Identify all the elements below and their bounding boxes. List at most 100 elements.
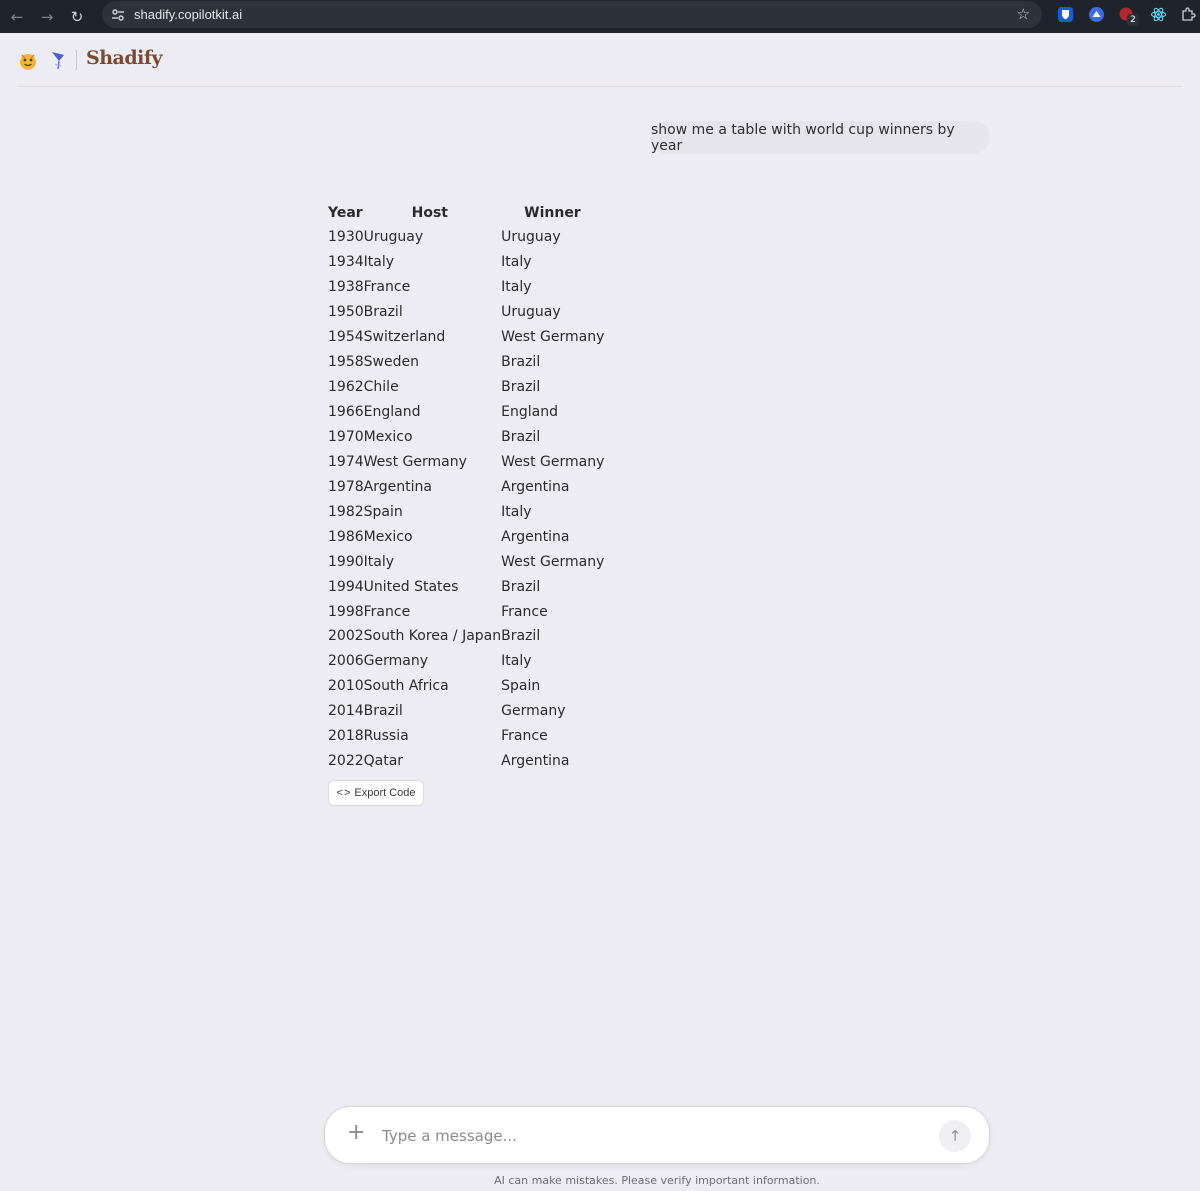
host-cell: South Korea / Japan [363, 628, 502, 645]
table-header-row: Year Host Winner [328, 200, 604, 225]
reload-icon[interactable]: ↻ [64, 4, 90, 30]
table-row: 1974 West Germany West Germany [328, 449, 604, 474]
winner-cell: West Germany [501, 553, 605, 570]
host-cell: France [363, 279, 411, 296]
arrow-up-icon: ↑ [948, 1127, 962, 1145]
year-cell: 2014 [328, 703, 364, 720]
table-row: 2022 Qatar Argentina [328, 749, 604, 774]
year-cell: 1966 [328, 404, 364, 421]
winner-cell: Brazil [501, 628, 541, 645]
table-row: 1994 United States Brazil [328, 574, 604, 599]
host-cell: Germany [363, 653, 428, 670]
kite-logo-icon[interactable] [49, 49, 67, 71]
host-cell: Brazil [363, 703, 403, 720]
winner-cell: Argentina [501, 528, 570, 545]
message-composer: + ↑ [324, 1106, 990, 1164]
host-cell: Qatar [363, 753, 404, 770]
table-row: 1950 Brazil Uruguay [328, 300, 604, 325]
export-code-button[interactable]: < > Export Code [328, 780, 424, 806]
site-settings-icon[interactable] [110, 7, 126, 23]
table-row: 1978 Argentina Argentina [328, 474, 604, 499]
plus-icon[interactable]: + [347, 1121, 365, 1145]
winner-cell: Argentina [501, 753, 570, 770]
winner-cell: West Germany [501, 329, 605, 346]
column-header-year: Year [328, 204, 363, 221]
table-row: 2006 Germany Italy [328, 649, 604, 674]
table-row: 1958 Sweden Brazil [328, 350, 604, 375]
host-cell: United States [363, 578, 459, 595]
year-cell: 1950 [328, 304, 364, 321]
winner-cell: Italy [501, 653, 532, 670]
table-row: 1962 Chile Brazil [328, 375, 604, 400]
table-row: 1970 Mexico Brazil [328, 425, 604, 450]
winner-cell: England [501, 404, 558, 421]
send-button[interactable]: ↑ [939, 1120, 971, 1152]
table-row: 2014 Brazil Germany [328, 699, 604, 724]
winner-cell: France [501, 603, 548, 620]
host-cell: Chile [363, 379, 399, 396]
year-cell: 1962 [328, 379, 364, 396]
winner-cell: Germany [501, 703, 566, 720]
table-row: 2018 Russia France [328, 724, 604, 749]
host-cell: South Africa [363, 678, 449, 695]
react-devtools-icon[interactable] [1150, 6, 1167, 23]
year-cell: 1970 [328, 428, 364, 445]
table-row: 1934 Italy Italy [328, 250, 604, 275]
table-row: 2002 South Korea / Japan Brazil [328, 624, 604, 649]
winner-cell: France [501, 728, 548, 745]
year-cell: 1994 [328, 578, 364, 595]
app-header: Shadify [17, 46, 1182, 87]
year-cell: 2018 [328, 728, 364, 745]
host-cell: Brazil [363, 304, 403, 321]
table-row: 1990 Italy West Germany [328, 549, 604, 574]
table-row: 1986 Mexico Argentina [328, 524, 604, 549]
host-cell: Argentina [363, 478, 432, 495]
table-row: 1930 Uruguay Uruguay [328, 225, 604, 250]
host-cell: Italy [363, 254, 395, 271]
bookmark-star-icon[interactable]: ☆ [1017, 5, 1030, 23]
year-cell: 1958 [328, 354, 364, 371]
winner-cell: Italy [501, 279, 532, 296]
column-header-host: Host [411, 204, 449, 221]
year-cell: 1934 [328, 254, 364, 271]
browser-toolbar: ← → ↻ shadify.copilotkit.ai ☆ 2 [0, 0, 1200, 33]
user-message-text: show me a table with world cup winners b… [651, 121, 955, 154]
user-message-bubble: show me a table with world cup winners b… [651, 121, 990, 154]
winner-cell: Brazil [501, 354, 541, 371]
winner-cell: Uruguay [501, 304, 561, 321]
year-cell: 1982 [328, 503, 364, 520]
bitwarden-extension-icon[interactable] [1057, 6, 1074, 23]
forward-icon[interactable]: → [34, 4, 60, 30]
host-cell: Italy [363, 553, 395, 570]
winner-cell: Brazil [501, 428, 541, 445]
winner-cell: Italy [501, 254, 532, 271]
back-icon[interactable]: ← [4, 4, 30, 30]
year-cell: 1998 [328, 603, 364, 620]
logo-divider [76, 50, 77, 70]
extensions-puzzle-icon[interactable] [1180, 6, 1197, 23]
year-cell: 2006 [328, 653, 364, 670]
table-row: 1954 Switzerland West Germany [328, 325, 604, 350]
winner-cell: Argentina [501, 478, 570, 495]
url-text: shadify.copilotkit.ai [134, 7, 243, 22]
host-cell: Mexico [363, 428, 413, 445]
message-input[interactable] [380, 1123, 924, 1149]
brand-name[interactable]: Shadify [86, 47, 163, 69]
host-cell: France [363, 603, 411, 620]
world-cup-winners-table: Year Host Winner 1930 Uruguay Uruguay 1934 I… [328, 200, 604, 774]
year-cell: 1974 [328, 453, 364, 470]
host-cell: Switzerland [363, 329, 446, 346]
table-row: 1982 Spain Italy [328, 499, 604, 524]
table-row: 1938 France Italy [328, 275, 604, 300]
address-bar[interactable]: shadify.copilotkit.ai ☆ [102, 1, 1042, 28]
host-cell: West Germany [363, 453, 467, 470]
host-cell: Russia [363, 728, 409, 745]
table-row: 1998 France France [328, 599, 604, 624]
year-cell: 2002 [328, 628, 364, 645]
column-header-winner: Winner [524, 204, 581, 221]
mascot-logo-icon[interactable] [17, 50, 39, 72]
code-brackets-icon: < > [336, 787, 350, 799]
extension-icon[interactable] [1088, 6, 1105, 23]
export-code-label: Export Code [354, 787, 416, 799]
year-cell: 1986 [328, 528, 364, 545]
